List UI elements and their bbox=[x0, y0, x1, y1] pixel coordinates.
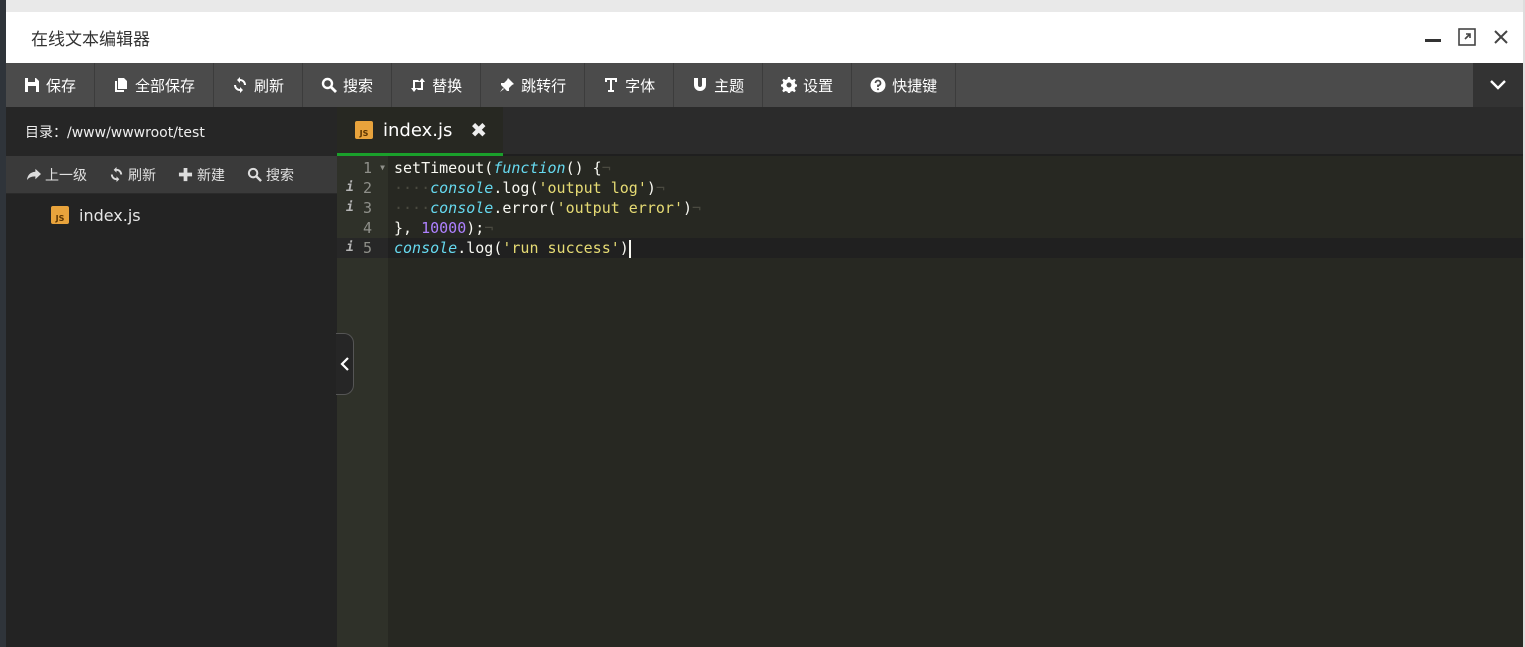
refresh-button[interactable]: 刷新 bbox=[214, 63, 304, 107]
js-file-icon: JS bbox=[355, 121, 373, 139]
search-button[interactable]: 搜索 bbox=[303, 63, 393, 107]
save-label: 保存 bbox=[46, 76, 77, 95]
save-all-label: 全部保存 bbox=[135, 76, 196, 95]
settings-label: 设置 bbox=[803, 76, 834, 95]
font-label: 字体 bbox=[625, 76, 656, 95]
code-content[interactable]: setTimeout(function() {¬ ····console.log… bbox=[388, 156, 1523, 647]
goto-line-button[interactable]: 跳转行 bbox=[481, 63, 586, 107]
share-arrow-icon bbox=[26, 168, 41, 181]
line-number: i5 bbox=[337, 238, 388, 258]
text-cursor bbox=[628, 239, 631, 258]
collapse-sidebar-button[interactable] bbox=[336, 333, 354, 395]
sidebar-search-button[interactable]: 搜索 bbox=[247, 165, 294, 185]
parent-dir-button[interactable]: 上一级 bbox=[26, 165, 87, 185]
chevron-down-icon bbox=[1490, 80, 1506, 90]
refresh-icon bbox=[110, 167, 123, 182]
copy-icon bbox=[115, 78, 128, 92]
info-icon[interactable]: i bbox=[346, 238, 354, 258]
refresh-label: 刷新 bbox=[254, 76, 285, 95]
window-titlebar[interactable]: 在线文本编辑器 bbox=[6, 12, 1523, 63]
line-number: 4 bbox=[362, 219, 372, 237]
code-line[interactable]: ····console.log('output log')¬ bbox=[388, 178, 1523, 198]
search-icon bbox=[321, 77, 338, 93]
refresh-icon bbox=[234, 77, 247, 93]
toolbar: 保存 全部保存 刷新 搜索 替换 跳转行 字体 主题 设置 快捷键 bbox=[6, 63, 1523, 107]
maximize-button[interactable] bbox=[1457, 26, 1477, 48]
maximize-icon bbox=[1458, 28, 1476, 46]
retweet-icon bbox=[411, 78, 426, 92]
parent-dir-label: 上一级 bbox=[45, 167, 87, 184]
tab-index-js[interactable]: JS index.js ✖ bbox=[337, 107, 504, 156]
editor-body: 目录：/www/wwwroot/test 上一级 刷新 新建 搜索 JS ind… bbox=[6, 107, 1523, 647]
file-name: index.js bbox=[79, 205, 141, 225]
code-line[interactable]: }, 10000);¬ bbox=[388, 218, 1523, 238]
toolbar-expand-button[interactable] bbox=[1473, 63, 1523, 107]
code-editor[interactable]: 1 ▼ i2 i3 4 i5 setTimeout(function() {¬ ·… bbox=[337, 156, 1523, 647]
goto-line-label: 跳转行 bbox=[521, 76, 567, 95]
window-controls bbox=[1423, 26, 1511, 48]
new-file-button[interactable]: 新建 bbox=[178, 165, 225, 185]
replace-label: 替换 bbox=[432, 76, 463, 95]
chevron-left-icon bbox=[339, 357, 349, 371]
new-file-label: 新建 bbox=[197, 167, 225, 184]
settings-button[interactable]: 设置 bbox=[763, 63, 853, 107]
gear-icon bbox=[781, 77, 798, 93]
line-number: i3 bbox=[346, 198, 372, 218]
replace-button[interactable]: 替换 bbox=[392, 63, 482, 107]
file-sidebar: 目录：/www/wwwroot/test 上一级 刷新 新建 搜索 JS ind… bbox=[6, 107, 337, 647]
info-icon[interactable]: i bbox=[346, 198, 354, 218]
theme-label: 主题 bbox=[714, 76, 745, 95]
question-icon bbox=[870, 77, 886, 93]
save-button[interactable]: 保存 bbox=[6, 63, 96, 107]
sidebar-search-label: 搜索 bbox=[266, 167, 294, 184]
file-item-index-js[interactable]: JS index.js bbox=[6, 199, 337, 231]
directory-path: 目录：/www/wwwroot/test bbox=[6, 107, 337, 156]
minimize-icon bbox=[1425, 38, 1441, 42]
window-title: 在线文本编辑器 bbox=[31, 30, 150, 50]
magnet-icon bbox=[694, 78, 707, 91]
search-label: 搜索 bbox=[343, 76, 374, 95]
editor-area: JS index.js ✖ 1 ▼ i2 i3 4 i5 setTimeout(f… bbox=[337, 107, 1523, 647]
shortcuts-label: 快捷键 bbox=[892, 76, 938, 95]
close-window-button[interactable] bbox=[1491, 26, 1511, 48]
close-icon bbox=[1494, 30, 1508, 44]
editor-window: 在线文本编辑器 保存 全部保存 刷新 搜索 替换 跳转行 字体 主题 设置 快捷… bbox=[6, 12, 1523, 647]
backdrop-top-strip bbox=[0, 0, 1525, 12]
js-file-icon: JS bbox=[51, 206, 69, 224]
plus-icon bbox=[178, 167, 193, 182]
close-tab-icon[interactable]: ✖ bbox=[470, 118, 487, 142]
save-all-button[interactable]: 全部保存 bbox=[95, 63, 215, 107]
code-line[interactable]: console.log('run success') bbox=[388, 238, 1523, 258]
info-icon[interactable]: i bbox=[346, 178, 354, 198]
sidebar-refresh-button[interactable]: 刷新 bbox=[109, 165, 156, 185]
theme-button[interactable]: 主题 bbox=[674, 63, 764, 107]
code-line[interactable]: ····console.error('output error')¬ bbox=[388, 198, 1523, 218]
sidebar-actions: 上一级 刷新 新建 搜索 bbox=[6, 156, 337, 194]
font-button[interactable]: 字体 bbox=[585, 63, 675, 107]
line-number: 1 ▼ bbox=[362, 158, 385, 178]
sidebar-refresh-label: 刷新 bbox=[128, 167, 156, 184]
fold-arrow-icon[interactable]: ▼ bbox=[380, 158, 385, 178]
tab-bar: JS index.js ✖ bbox=[337, 107, 1523, 156]
line-number: i2 bbox=[346, 178, 372, 198]
code-line[interactable]: setTimeout(function() {¬ bbox=[388, 158, 1523, 178]
line-gutter: 1 ▼ i2 i3 4 i5 bbox=[337, 156, 388, 647]
tab-label: index.js bbox=[383, 119, 453, 141]
search-icon bbox=[247, 167, 262, 182]
minimize-button[interactable] bbox=[1423, 26, 1443, 48]
pin-icon bbox=[500, 78, 515, 92]
save-icon bbox=[25, 78, 39, 92]
shortcuts-button[interactable]: 快捷键 bbox=[852, 63, 957, 107]
text-cursor-icon bbox=[605, 78, 618, 92]
